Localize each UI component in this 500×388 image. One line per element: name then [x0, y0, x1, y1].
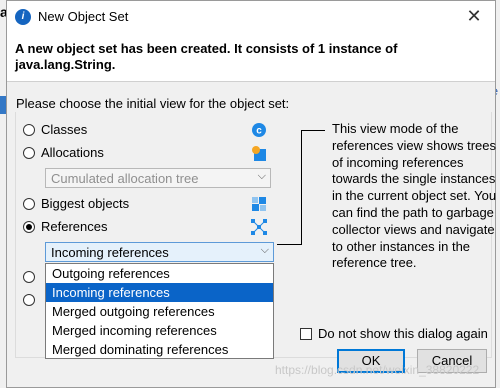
- do-not-show-checkbox[interactable]: [300, 328, 312, 340]
- dropdown-item-outgoing[interactable]: Outgoing references: [46, 264, 273, 283]
- new-object-set-dialog: i New Object Set ✕ A new object set has …: [6, 0, 496, 388]
- references-view-value: Incoming references: [51, 245, 169, 260]
- header-message: A new object set has been created. It co…: [15, 41, 398, 72]
- allocation-view-value: Cumulated allocation tree: [51, 171, 199, 186]
- do-not-show-label[interactable]: Do not show this dialog again: [318, 326, 488, 341]
- biggest-objects-radio[interactable]: [23, 198, 35, 210]
- class-c-icon: c: [251, 122, 267, 138]
- close-button[interactable]: ✕: [463, 5, 485, 27]
- callout-line-top: [301, 130, 325, 131]
- callout-line-vertical: [301, 130, 302, 245]
- chevron-down-icon: ⌵: [260, 244, 269, 256]
- classes-radio[interactable]: [23, 124, 35, 136]
- callout-line-horizontal: [277, 244, 301, 245]
- dropdown-item-merged-incoming[interactable]: Merged incoming references: [46, 321, 273, 340]
- allocations-radio[interactable]: [23, 147, 35, 159]
- title-bar: i New Object Set ✕: [7, 1, 495, 33]
- references-dropdown-list: Outgoing references Incoming references …: [45, 263, 274, 359]
- dialog-title: New Object Set: [38, 9, 129, 24]
- svg-text:c: c: [256, 126, 262, 137]
- references-radio[interactable]: [23, 221, 35, 233]
- biggest-objects-icon: [251, 196, 267, 212]
- hidden-radio-1[interactable]: [23, 271, 35, 283]
- references-icon: [251, 219, 267, 235]
- app-icon: i: [15, 9, 31, 25]
- watermark-text: https://blog.csdn.net/weixin_38820222: [275, 363, 480, 377]
- references-view-select[interactable]: Incoming references ⌵: [45, 242, 274, 262]
- references-label[interactable]: References: [41, 219, 107, 234]
- dropdown-item-merged-dominating[interactable]: Merged dominating references: [46, 340, 273, 359]
- view-prompt: Please choose the initial view for the o…: [16, 96, 290, 111]
- dropdown-item-merged-outgoing[interactable]: Merged outgoing references: [46, 302, 273, 321]
- allocations-label[interactable]: Allocations: [41, 145, 104, 160]
- classes-label[interactable]: Classes: [41, 122, 87, 137]
- allocation-icon: [251, 145, 267, 161]
- dialog-header: A new object set has been created. It co…: [7, 33, 495, 82]
- allocation-view-select[interactable]: Cumulated allocation tree ⌵: [45, 168, 271, 188]
- hidden-radio-2[interactable]: [23, 294, 35, 306]
- view-mode-description: This view mode of the references view sh…: [332, 121, 497, 271]
- dropdown-item-incoming[interactable]: Incoming references: [46, 283, 273, 302]
- biggest-objects-label[interactable]: Biggest objects: [41, 196, 129, 211]
- chevron-down-icon: ⌵: [257, 170, 266, 182]
